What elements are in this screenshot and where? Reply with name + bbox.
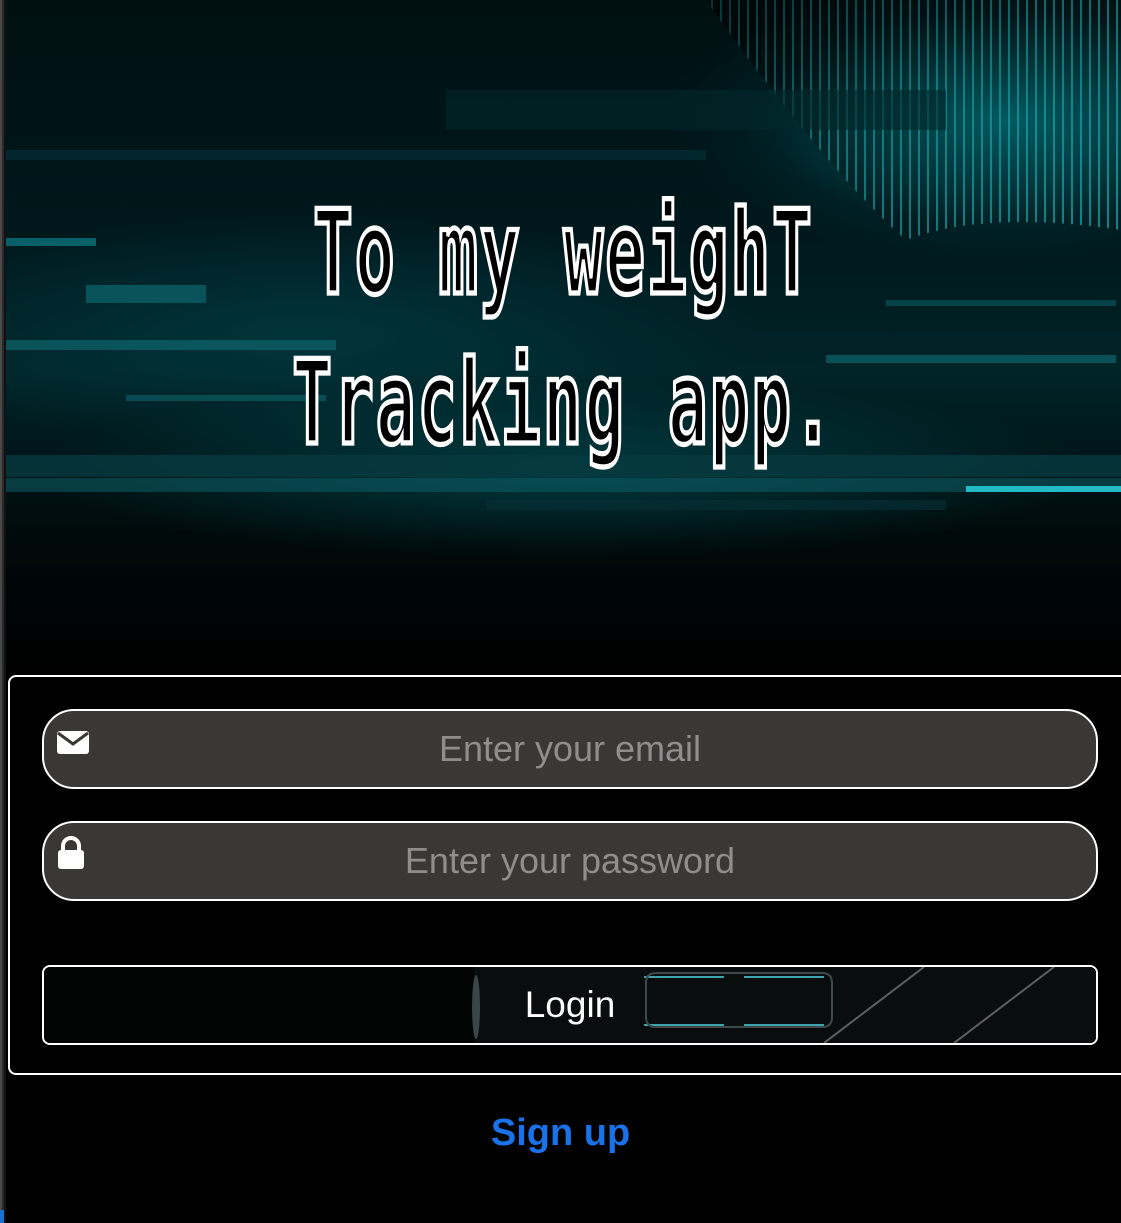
hero-title: To my weighT Tracking app. [6,0,1121,675]
login-form: Login [8,675,1121,1075]
login-button[interactable]: Login [42,965,1098,1045]
hero-title-line-2: Tracking app. [291,333,835,473]
password-input[interactable] [104,823,1036,899]
email-input[interactable] [104,711,1036,787]
lock-icon [56,836,90,869]
email-field[interactable] [42,709,1098,789]
login-screen: To my weighT Tracking app. Enter your em… [0,0,1121,1223]
signup-link[interactable]: Sign up [0,1112,1121,1155]
window-edge-marker [0,1210,4,1223]
login-button-label: Login [524,984,616,1025]
hero-banner: To my weighT Tracking app. [6,0,1121,675]
password-field[interactable] [42,821,1098,901]
envelope-icon [56,728,90,758]
hero-title-line-1: To my weighT [312,183,814,323]
